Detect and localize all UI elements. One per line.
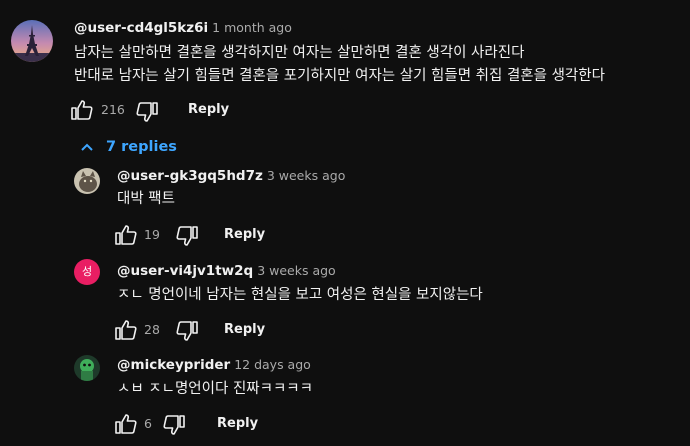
like-button[interactable] [114, 224, 138, 246]
like-button[interactable] [114, 319, 138, 341]
reply-username[interactable]: @user-gk3gq5hd7z [117, 168, 263, 184]
dislike-button[interactable] [175, 225, 199, 247]
comment-text-line-1: 남자는 살만하면 결혼을 생각하지만 여자는 살만하면 결혼 생각이 사라진다 [74, 45, 525, 61]
comment-text-line-2: 반대로 남자는 살기 힘들면 결혼을 포기하지만 여자는 살기 힘들면 취집 결… [74, 68, 605, 84]
reply-timestamp[interactable]: 3 weeks ago [267, 168, 346, 183]
thumbs-up-icon [115, 414, 137, 434]
reply-username[interactable]: @user-vi4jv1tw2q [117, 263, 253, 279]
like-count: 216 [101, 102, 125, 117]
reply-header: @mickeyprider 12 days ago [117, 357, 311, 373]
thumbs-down-icon [176, 226, 198, 246]
comment-timestamp[interactable]: 1 month ago [212, 20, 292, 35]
avatar-letter: 성 [81, 265, 93, 278]
comment-avatar[interactable] [11, 20, 53, 62]
thumbs-down-icon [176, 321, 198, 341]
reply-header: @user-gk3gq5hd7z 3 weeks ago [117, 168, 345, 184]
reply-button[interactable]: Reply [224, 227, 265, 242]
reply-avatar[interactable]: 성 [74, 259, 100, 285]
thumbs-up-icon [71, 100, 93, 120]
dislike-button[interactable] [162, 414, 186, 436]
chevron-up-icon [81, 143, 93, 151]
like-count: 28 [144, 322, 160, 337]
reply-text: ㅈㄴ 명언이네 남자는 현실을 보고 여성은 현실을 보지않는다 [117, 287, 483, 303]
replies-count-label: 7 replies [106, 139, 177, 155]
reply-avatar[interactable] [74, 168, 100, 194]
dislike-button[interactable] [135, 101, 159, 123]
reply-button[interactable]: Reply [217, 416, 258, 431]
thumbs-down-icon [163, 415, 185, 435]
dislike-button[interactable] [175, 320, 199, 342]
comment-username[interactable]: @user-cd4gl5kz6i [74, 20, 208, 36]
reply-username[interactable]: @mickeyprider [117, 357, 230, 373]
reply-header: @user-vi4jv1tw2q 3 weeks ago [117, 263, 336, 279]
reply-timestamp[interactable]: 12 days ago [234, 357, 311, 372]
reply-button[interactable]: Reply [224, 322, 265, 337]
thumbs-up-icon [115, 320, 137, 340]
like-count: 19 [144, 227, 160, 242]
reply-timestamp[interactable]: 3 weeks ago [257, 263, 336, 278]
reply-button[interactable]: Reply [188, 102, 229, 117]
like-button[interactable] [70, 99, 94, 121]
cat-photo-avatar [74, 168, 100, 194]
thumbs-up-icon [115, 225, 137, 245]
thumbs-down-icon [136, 102, 158, 122]
eiffel-tower-avatar [11, 20, 53, 62]
green-character-avatar [74, 355, 100, 381]
reply-text: ㅅㅂ ㅈㄴ명언이다 진짜ㅋㅋㅋㅋ [117, 381, 313, 397]
reply-text: 대박 팩트 [117, 191, 175, 207]
replies-toggle[interactable]: 7 replies [80, 139, 190, 157]
like-button[interactable] [114, 413, 138, 435]
comment-header: @user-cd4gl5kz6i 1 month ago [74, 20, 292, 36]
reply-avatar[interactable] [74, 355, 100, 381]
like-count: 6 [144, 416, 152, 431]
